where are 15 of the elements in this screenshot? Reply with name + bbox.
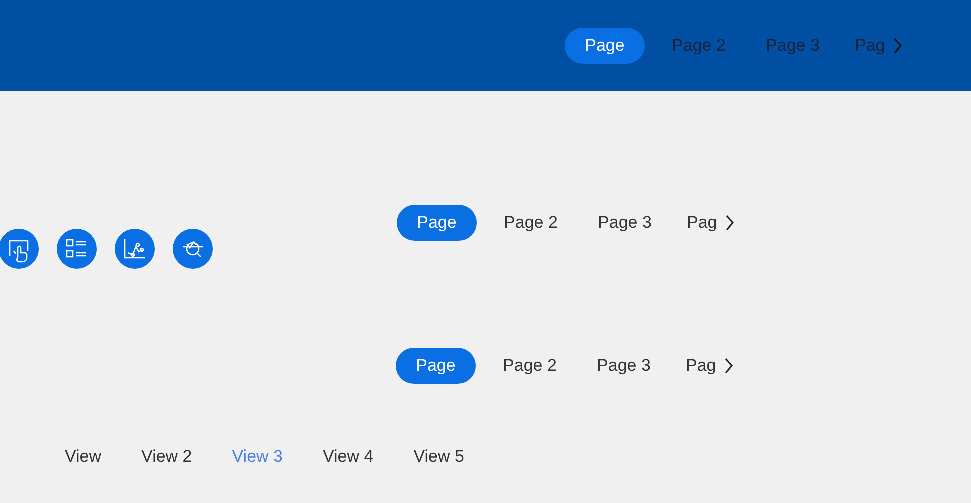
page-tab[interactable]: Page [396, 348, 476, 384]
page-tab[interactable]: Page 3 [584, 348, 664, 384]
page-tab[interactable]: Page 3 [585, 205, 665, 241]
page-tab[interactable]: Page 2 [490, 348, 570, 384]
view-tab[interactable]: View 2 [122, 447, 212, 467]
page-tab[interactable]: Page [397, 205, 477, 241]
page-tab[interactable]: Pag [687, 205, 718, 241]
view-tab[interactable]: View 5 [394, 447, 484, 467]
view-tab[interactable]: View 4 [302, 447, 394, 467]
chevron-right-icon[interactable] [725, 215, 736, 231]
page-tab[interactable]: Page [565, 28, 645, 64]
page-tab[interactable]: Pag [686, 348, 716, 384]
page-tab[interactable]: Page 2 [491, 205, 571, 241]
chevron-right-icon[interactable] [724, 358, 734, 374]
view-tab[interactable]: View [45, 447, 122, 467]
